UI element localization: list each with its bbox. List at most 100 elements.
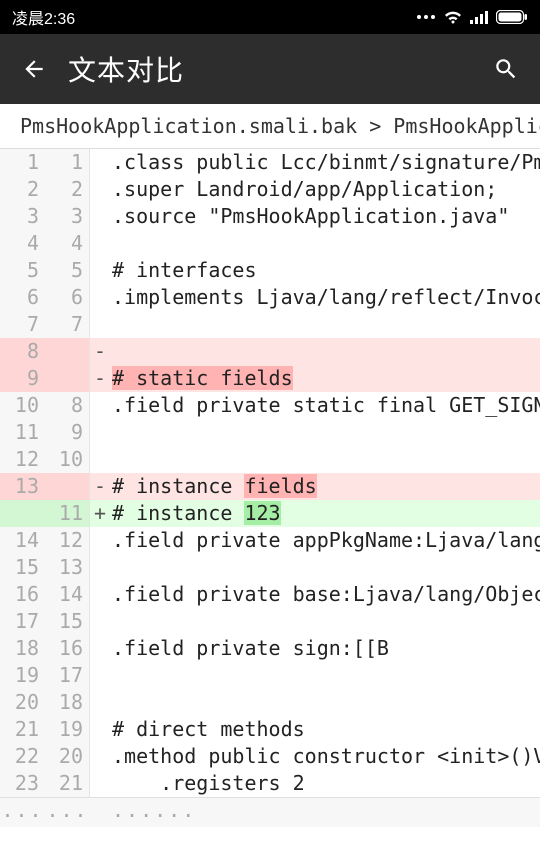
diff-row[interactable]: 2220 .method public constructor <init>()… xyxy=(0,743,540,770)
line-number-right: 9 xyxy=(45,419,90,446)
diff-row[interactable]: 11 .class public Lcc/binmt/signature/Pms… xyxy=(0,149,540,176)
line-number-left: 15 xyxy=(0,554,45,581)
diff-sign xyxy=(90,743,110,770)
diff-sign xyxy=(90,716,110,743)
diff-sign xyxy=(90,203,110,230)
diff-code xyxy=(110,419,540,446)
line-number-left: 2 xyxy=(0,176,45,203)
diff-code: .registers 2 xyxy=(110,770,540,797)
line-number-left: 1 xyxy=(0,149,45,176)
diff-row[interactable]: 108 .field private static final GET_SIGN… xyxy=(0,392,540,419)
app-bar: 文本对比 xyxy=(0,34,540,104)
line-number-right: 4 xyxy=(45,230,90,257)
line-number-right xyxy=(45,365,90,392)
diff-row[interactable]: 1816 .field private sign:[[B xyxy=(0,635,540,662)
line-number-right: 6 xyxy=(45,284,90,311)
line-number-left xyxy=(0,500,45,527)
diff-row[interactable]: 77 xyxy=(0,311,540,338)
search-button[interactable] xyxy=(486,56,526,82)
line-number-right xyxy=(45,473,90,500)
line-number-left: 11 xyxy=(0,419,45,446)
diff-code: # interfaces xyxy=(110,257,540,284)
status-bar: 凌晨2:36 xyxy=(0,0,540,34)
diff-highlight-removed: # static fields xyxy=(112,366,293,390)
diff-row[interactable]: 2119 # direct methods xyxy=(0,716,540,743)
diff-sign xyxy=(90,689,110,716)
line-number-right: 3 xyxy=(45,203,90,230)
diff-code: # static fields xyxy=(110,365,540,392)
diff-code: .field private base:Ljava/lang/Object; xyxy=(110,581,540,608)
more-icon xyxy=(416,14,436,20)
line-number-left: 13 xyxy=(0,473,45,500)
diff-code: .class public Lcc/binmt/signature/PmsHoo xyxy=(110,149,540,176)
diff-sign xyxy=(90,419,110,446)
diff-row[interactable]: 9-# static fields xyxy=(0,365,540,392)
line-number-right: 21 xyxy=(45,770,90,797)
line-number-right xyxy=(45,338,90,365)
diff-row[interactable]: 33 .source "PmsHookApplication.java" xyxy=(0,203,540,230)
line-number-right: 13 xyxy=(45,554,90,581)
diff-row[interactable]: 119 xyxy=(0,419,540,446)
breadcrumb[interactable]: PmsHookApplication.smali.bak > PmsHookAp… xyxy=(0,104,540,149)
diff-row[interactable]: 2321 .registers 2 xyxy=(0,770,540,797)
diff-row[interactable]: 1917 xyxy=(0,662,540,689)
diff-code: .super Landroid/app/Application; xyxy=(110,176,540,203)
diff-sign: - xyxy=(90,338,110,365)
diff-row[interactable]: 1715 xyxy=(0,608,540,635)
diff-row[interactable]: 55 # interfaces xyxy=(0,257,540,284)
diff-sign xyxy=(90,554,110,581)
line-number-left: 12 xyxy=(0,446,45,473)
diff-code xyxy=(110,554,540,581)
diff-row[interactable]: 1513 xyxy=(0,554,540,581)
line-number-right: 8 xyxy=(45,392,90,419)
battery-icon xyxy=(496,10,528,24)
diff-row[interactable]: 8- xyxy=(0,338,540,365)
back-button[interactable] xyxy=(14,56,54,82)
line-number-right: 19 xyxy=(45,716,90,743)
diff-row[interactable]: 1412 .field private appPkgName:Ljava/lan… xyxy=(0,527,540,554)
diff-highlight-removed: fields xyxy=(244,474,316,498)
line-number-right: 18 xyxy=(45,689,90,716)
diff-row[interactable]: 11+# instance 123 xyxy=(0,500,540,527)
status-time: 凌晨2:36 xyxy=(12,5,75,29)
diff-row[interactable]: 66 .implements Ljava/lang/reflect/Invoca… xyxy=(0,284,540,311)
diff-sign xyxy=(90,311,110,338)
line-number-right: 17 xyxy=(45,662,90,689)
diff-sign xyxy=(90,581,110,608)
line-number-right: 7 xyxy=(45,311,90,338)
diff-code xyxy=(110,662,540,689)
line-number-left: 18 xyxy=(0,635,45,662)
line-number-left: 23 xyxy=(0,770,45,797)
line-number-left: 7 xyxy=(0,311,45,338)
diff-viewer[interactable]: 11 .class public Lcc/binmt/signature/Pms… xyxy=(0,149,540,797)
line-number-left: 22 xyxy=(0,743,45,770)
diff-sign xyxy=(90,230,110,257)
line-number-right: 1 xyxy=(45,149,90,176)
diff-sign: + xyxy=(90,500,110,527)
diff-row[interactable]: 13-# instance fields xyxy=(0,473,540,500)
breadcrumb-left: PmsHookApplication.smali.bak xyxy=(20,114,357,138)
diff-row[interactable]: 22 .super Landroid/app/Application; xyxy=(0,176,540,203)
line-number-right: 12 xyxy=(45,527,90,554)
line-number-right: 10 xyxy=(45,446,90,473)
breadcrumb-sep: > xyxy=(369,114,381,138)
diff-row[interactable]: 2018 xyxy=(0,689,540,716)
footer-dots: ...... xyxy=(90,798,196,827)
diff-footer[interactable]: ... ... ...... xyxy=(0,797,540,827)
diff-code xyxy=(110,338,540,365)
diff-code: # instance 123 xyxy=(110,500,540,527)
diff-row[interactable]: 1614 .field private base:Ljava/lang/Obje… xyxy=(0,581,540,608)
diff-code: .method public constructor <init>()V xyxy=(110,743,540,770)
line-number-left: 19 xyxy=(0,662,45,689)
diff-code: .implements Ljava/lang/reflect/Invocatio xyxy=(110,284,540,311)
diff-sign xyxy=(90,392,110,419)
line-number-left: 5 xyxy=(0,257,45,284)
search-icon xyxy=(493,56,519,82)
footer-ell-left: ... xyxy=(0,798,45,827)
line-number-left: 21 xyxy=(0,716,45,743)
diff-row[interactable]: 1210 xyxy=(0,446,540,473)
page-title: 文本对比 xyxy=(54,49,486,89)
line-number-right: 15 xyxy=(45,608,90,635)
diff-code: .source "PmsHookApplication.java" xyxy=(110,203,540,230)
diff-row[interactable]: 44 xyxy=(0,230,540,257)
